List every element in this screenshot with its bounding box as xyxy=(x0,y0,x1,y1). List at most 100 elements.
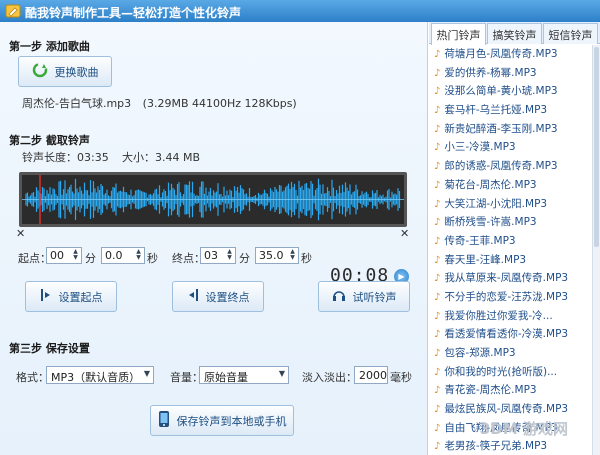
list-item[interactable]: ♪ 青花瓷-周杰伦.MP3 xyxy=(429,381,592,400)
fade-value: 2000 xyxy=(359,369,387,382)
step1-title: 第一步 添加歌曲 xyxy=(9,40,90,53)
list-item-label: 套马杆-乌兰托娅.MP3 xyxy=(444,104,548,117)
set-end-button[interactable]: 设置终点 xyxy=(172,281,264,312)
music-note-icon: ♪ xyxy=(434,235,441,247)
fade-label: 淡入淡出： xyxy=(302,371,357,384)
ringtone-size: 大小：3.44 MB xyxy=(122,151,201,164)
list-item[interactable]: ♪ 郎的诱惑-凤凰传奇.MP3 xyxy=(429,157,592,176)
ringtone-sidebar: 热门铃声 搞笑铃声 短信铃声 ♪ 荷塘月色-凤凰传奇.MP3 ♪ 爱的供养-杨幂.MP… xyxy=(429,22,600,455)
list-item-label: 小三-冷漠.MP3 xyxy=(444,141,516,154)
wrench-icon xyxy=(5,4,21,18)
end-sec-stepper[interactable]: 35.0 ▲ ▼ xyxy=(255,247,299,264)
preview-button[interactable]: 试听铃声 xyxy=(318,281,410,312)
sidebar-scrollbar[interactable] xyxy=(592,45,600,455)
list-item[interactable]: ♪ 你和我的时光(抢听版)... xyxy=(429,363,592,382)
list-item[interactable]: ♪ 套马杆-乌兰托娅.MP3 xyxy=(429,101,592,120)
set-start-icon xyxy=(40,288,52,305)
list-item-label: 最炫民族风-凤凰传奇.MP3 xyxy=(444,403,569,416)
list-item-label: 老男孩-筷子兄弟.MP3 xyxy=(444,440,548,453)
format-select[interactable]: MP3（默认音质） ▼ xyxy=(46,366,154,384)
music-note-icon: ♪ xyxy=(434,67,441,79)
list-item[interactable]: ♪ 爱的供养-杨幂.MP3 xyxy=(429,64,592,83)
list-item[interactable]: ♪ 最炫民族风-凤凰传奇.MP3 xyxy=(429,400,592,419)
tab-sms-ringtones[interactable]: 短信铃声 xyxy=(543,23,598,44)
sec-unit: 秒 xyxy=(301,252,312,265)
list-item[interactable]: ♪ 菊花台-周杰伦.MP3 xyxy=(429,176,592,195)
list-item[interactable]: ♪ 荷塘月色-凤凰传奇.MP3 xyxy=(429,45,592,64)
stepper-arrows-icon[interactable]: ▲ ▼ xyxy=(134,249,143,262)
list-item[interactable]: ♪ 春天里-汪峰.MP3 xyxy=(429,251,592,270)
music-note-icon: ♪ xyxy=(434,329,441,341)
save-ringtone-label: 保存铃声到本地或手机 xyxy=(176,414,287,428)
volume-select[interactable]: 原始音量 ▼ xyxy=(199,366,289,384)
list-item[interactable]: ♪ 没那么简单-黄小琥.MP3 xyxy=(429,82,592,101)
tab-funny-ringtones[interactable]: 搞笑铃声 xyxy=(487,23,542,44)
music-note-icon: ♪ xyxy=(434,142,441,154)
set-start-button[interactable]: 设置起点 xyxy=(25,281,117,312)
window-title: 酷我铃声制作工具—轻松打造个性化铃声 xyxy=(25,6,242,20)
set-end-icon xyxy=(187,288,199,305)
headphones-icon xyxy=(332,288,346,305)
music-note-icon: ♪ xyxy=(434,161,441,173)
stepper-arrows-icon[interactable]: ▲ ▼ xyxy=(71,249,80,262)
scrollbar-thumb[interactable] xyxy=(594,47,599,247)
list-item-label: 菊花台-周杰伦.MP3 xyxy=(444,178,537,191)
list-item-label: 不分手的恋爱-汪苏泷.MP3 xyxy=(444,290,569,303)
step2-title: 第二步 截取铃声 xyxy=(9,134,90,147)
start-min-stepper[interactable]: 00 ▲ ▼ xyxy=(46,247,82,264)
tab-hot-ringtones[interactable]: 热门铃声 xyxy=(431,23,486,45)
chevron-down-icon: ▼ xyxy=(143,369,150,378)
end-marker-icon[interactable]: ✕ xyxy=(400,227,409,240)
stepper-arrows-icon[interactable]: ▲ ▼ xyxy=(288,249,297,262)
list-item-label: 包容-郑源.MP3 xyxy=(444,347,516,359)
list-item-label: 看透爱情看透你-冷漠.MP3 xyxy=(444,328,569,341)
min-unit: 分 xyxy=(85,252,96,265)
main-panel: 第一步 添加歌曲 更换歌曲 周杰伦-告白气球.mp3 (3.29MB 44100… xyxy=(0,22,428,455)
ringtone-length: 铃声长度：03:35 xyxy=(22,151,109,164)
music-note-icon: ♪ xyxy=(434,366,441,378)
list-item[interactable]: ♪ 老男孩-筷子兄弟.MP3 xyxy=(429,437,592,455)
list-item-label: 没那么简单-黄小琥.MP3 xyxy=(444,85,558,98)
list-item[interactable]: ♪ 断桥残雪-许嵩.MP3 xyxy=(429,213,592,232)
end-min-stepper[interactable]: 03 ▲ ▼ xyxy=(200,247,236,264)
fade-input[interactable]: 2000 xyxy=(354,366,388,384)
list-item[interactable]: ♪ 不分手的恋爱-汪苏泷.MP3 xyxy=(429,288,592,307)
set-end-label: 设置终点 xyxy=(205,290,250,304)
list-item[interactable]: ♪ 新贵妃醉酒-李玉刚.MP3 xyxy=(429,120,592,139)
music-note-icon: ♪ xyxy=(434,49,441,60)
format-label: 格式： xyxy=(16,371,49,384)
waveform[interactable] xyxy=(19,172,407,227)
chevron-down-icon: ▼ xyxy=(278,369,285,378)
music-note-icon: ♪ xyxy=(434,273,441,285)
start-sec-value: 0.0 xyxy=(105,249,123,262)
title-bar[interactable]: 酷我铃声制作工具—轻松打造个性化铃声 xyxy=(0,0,600,22)
waveform-graphic xyxy=(22,175,404,224)
save-ringtone-button[interactable]: 保存铃声到本地或手机 xyxy=(150,405,294,436)
music-note-icon: ♪ xyxy=(434,385,441,397)
list-item[interactable]: ♪ 我爱你胜过你爱我-冷... xyxy=(429,307,592,326)
list-item[interactable]: ♪ 看透爱情看透你-冷漠.MP3 xyxy=(429,325,592,344)
music-note-icon: ♪ xyxy=(434,422,441,434)
list-item[interactable]: ♪ 包容-郑源.MP3 xyxy=(429,344,592,363)
music-note-icon: ♪ xyxy=(434,105,441,117)
preview-label: 试听铃声 xyxy=(352,290,397,304)
stepper-arrows-icon[interactable]: ▲ ▼ xyxy=(225,249,234,262)
list-item[interactable]: ♪ 我从草原来-凤凰传奇.MP3 xyxy=(429,269,592,288)
list-item-label: 青花瓷-周杰伦.MP3 xyxy=(444,384,537,397)
volume-value: 原始音量 xyxy=(204,371,248,384)
refresh-icon xyxy=(32,62,48,81)
music-note-icon: ♪ xyxy=(434,123,441,135)
music-note-icon: ♪ xyxy=(434,291,441,303)
change-song-button[interactable]: 更换歌曲 xyxy=(18,56,112,87)
start-sec-stepper[interactable]: 0.0 ▲ ▼ xyxy=(101,247,145,264)
list-item-label: 新贵妃醉酒-李玉刚.MP3 xyxy=(444,122,558,135)
start-marker-icon[interactable]: ✕ xyxy=(16,227,25,240)
list-item[interactable]: ♪ 大笑江湖-小沈阳.MP3 xyxy=(429,195,592,214)
music-note-icon: ♪ xyxy=(434,404,441,416)
fade-unit: 毫秒 xyxy=(390,371,412,384)
music-note-icon: ♪ xyxy=(434,86,441,98)
list-item[interactable]: ♪ 传奇-王菲.MP3 xyxy=(429,232,592,251)
list-item[interactable]: ♪ 小三-冷漠.MP3 xyxy=(429,138,592,157)
music-note-icon: ♪ xyxy=(434,348,441,359)
list-item-label: 大笑江湖-小沈阳.MP3 xyxy=(444,197,548,210)
